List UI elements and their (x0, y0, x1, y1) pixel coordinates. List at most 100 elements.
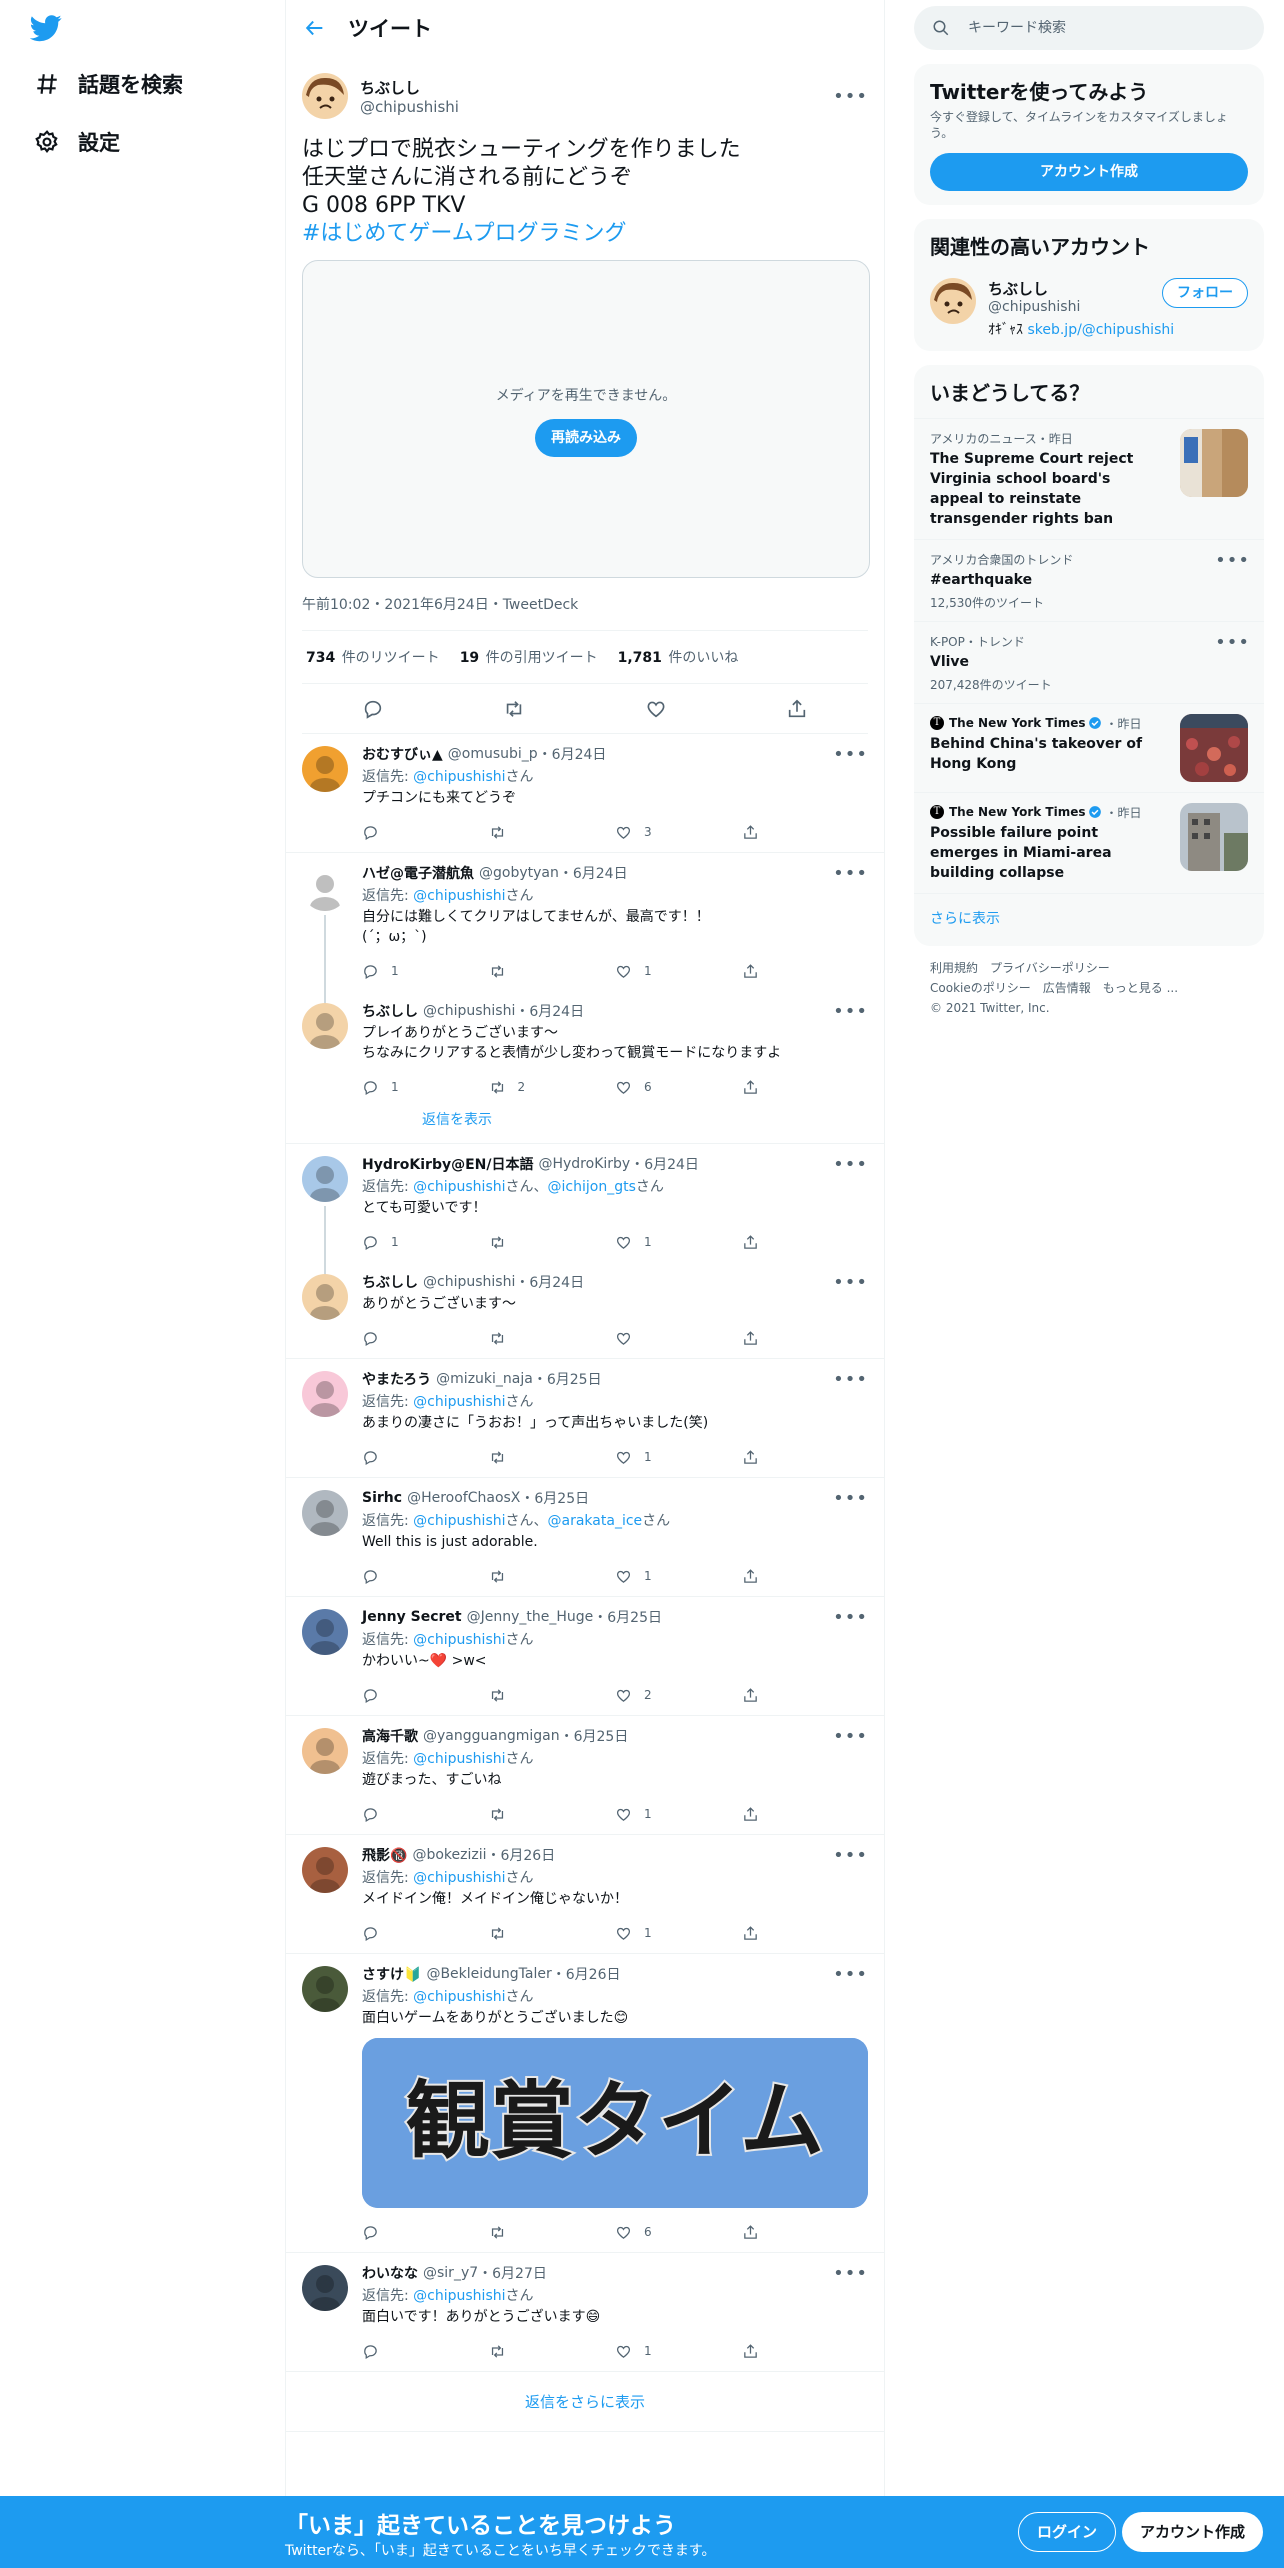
reply-author-name[interactable]: ハゼ@電子潜航魚 (362, 863, 474, 883)
more-options-icon[interactable]: ••• (833, 1369, 868, 1390)
footer-link[interactable]: 広告情報 (1043, 981, 1091, 995)
reply-author-name[interactable]: やまたろう (362, 1369, 431, 1389)
reply-date[interactable]: ・6月25日 (520, 1488, 589, 1508)
login-button[interactable]: ログイン (1018, 2512, 1117, 2552)
reply-tweet[interactable]: 高海千歌 @yangguangmigan ・6月25日 ••• 返信先: @chipus… (286, 1716, 884, 1835)
reply-date[interactable]: ・6月25日 (533, 1369, 602, 1389)
share-button[interactable] (742, 1330, 869, 1347)
more-options-icon[interactable]: ••• (1215, 550, 1250, 571)
reply-button[interactable] (362, 824, 489, 841)
reply-date[interactable]: ・6月25日 (560, 1726, 629, 1746)
like-button[interactable]: 6 (615, 2224, 742, 2241)
reply-date[interactable]: ・6月24日 (515, 1001, 584, 1021)
share-button[interactable] (742, 824, 869, 841)
show-more-link[interactable]: さらに表示 (914, 893, 1264, 946)
mention-link[interactable]: @chipushishi (413, 1394, 505, 1410)
follow-button[interactable]: フォロー (1162, 278, 1248, 308)
reply-author-handle[interactable]: @BekleidungTaler (426, 1966, 551, 1982)
tweet-meta[interactable]: 午前10:02・2021年6月24日・TweetDeck (302, 594, 868, 618)
trend-item[interactable]: T The New York Times ・昨日 Possible failur… (914, 792, 1264, 893)
nav-explore[interactable]: 話題を検索 (34, 64, 183, 104)
mention-link[interactable]: @chipushishi (413, 2288, 505, 2304)
retweet-button[interactable] (489, 963, 616, 980)
reply-date[interactable]: ・6月24日 (515, 1272, 584, 1292)
mention-link[interactable]: @chipushishi (413, 1179, 505, 1195)
reply-tweet[interactable]: ちぶしし @chipushishi ・6月24日 ••• プレイありがとうございます～ ち… (286, 991, 884, 1144)
trend-item[interactable]: T The New York Times ・昨日 Behind China's … (914, 703, 1264, 792)
retweet-button[interactable] (489, 1806, 616, 1823)
retweet-button[interactable] (489, 1330, 616, 1347)
reply-author-name[interactable]: おむすびぃ▲ (362, 744, 443, 764)
like-count[interactable]: 1,781 件のいいね (618, 647, 739, 667)
bio-link[interactable]: skeb.jp/@chipushishi (1027, 322, 1174, 338)
share-icon[interactable] (786, 698, 808, 720)
avatar[interactable] (302, 1003, 348, 1049)
author-handle[interactable]: @chipushishi (360, 98, 833, 116)
like-button[interactable]: 1 (615, 1925, 742, 1942)
reply-tweet[interactable]: HydroKirby@EN/日本語 @HydroKirby ・6月24日 ••• 返信先… (286, 1144, 884, 1276)
retweet-button[interactable] (489, 2343, 616, 2360)
reply-tweet[interactable]: Jenny Secret @Jenny_the_Huge ・6月25日 ••• 返信先:… (286, 1597, 884, 1716)
reply-date[interactable]: ・6月26日 (552, 1964, 621, 1984)
retweet-button[interactable] (489, 1687, 616, 1704)
share-button[interactable] (742, 2224, 869, 2241)
share-button[interactable] (742, 963, 869, 980)
reply-author-handle[interactable]: @HydroKirby (538, 1156, 630, 1172)
footer-link[interactable]: プライバシーポリシー (990, 961, 1110, 975)
reload-button[interactable]: 再読み込み (535, 419, 637, 457)
reply-author-handle[interactable]: @omusubi_p (448, 746, 538, 762)
reply-date[interactable]: ・6月26日 (486, 1845, 555, 1865)
share-button[interactable] (742, 1806, 869, 1823)
more-options-icon[interactable]: ••• (833, 1001, 868, 1022)
mention-link[interactable]: @ichijon_gts (548, 1179, 636, 1195)
create-account-button[interactable]: アカウント作成 (930, 153, 1248, 191)
reply-tweet[interactable]: さすけ🔰 @BekleidungTaler ・6月26日 ••• 返信先: @chipu… (286, 1954, 884, 2253)
retweet-count[interactable]: 734 件のリツイート (306, 647, 440, 667)
like-button[interactable]: 1 (615, 2343, 742, 2360)
reply-tweet[interactable]: 飛影🔞 @bokezizii ・6月26日 ••• 返信先: @chipushishiさ… (286, 1835, 884, 1954)
reply-author-name[interactable]: さすけ🔰 (362, 1964, 421, 1984)
like-button[interactable]: 1 (615, 1449, 742, 1466)
reply-author-name[interactable]: ちぶしし (362, 1272, 418, 1292)
more-options-icon[interactable]: ••• (833, 1845, 868, 1866)
reply-author-handle[interactable]: @yangguangmigan (423, 1728, 560, 1744)
like-button[interactable]: 3 (615, 824, 742, 841)
more-options-icon[interactable]: ••• (1215, 632, 1250, 653)
reply-author-handle[interactable]: @chipushishi (423, 1274, 515, 1290)
retweet-button[interactable] (489, 1234, 616, 1251)
share-button[interactable] (742, 1568, 869, 1585)
mention-link[interactable]: @chipushishi (413, 888, 505, 904)
reply-author-name[interactable]: Sirhc (362, 1490, 402, 1506)
reply-button[interactable] (362, 1330, 489, 1347)
reply-date[interactable]: ・6月25日 (593, 1607, 662, 1627)
reply-button[interactable] (362, 2343, 489, 2360)
more-options-icon[interactable]: ••• (833, 1154, 868, 1175)
like-button[interactable]: 6 (615, 1079, 742, 1096)
more-options-icon[interactable]: ••• (833, 863, 868, 884)
reply-button[interactable] (362, 1806, 489, 1823)
share-button[interactable] (742, 1687, 869, 1704)
more-options-icon[interactable]: ••• (833, 1726, 868, 1747)
footer-link[interactable]: 利用規約 (930, 961, 978, 975)
avatar[interactable] (302, 73, 348, 119)
reply-date[interactable]: ・6月24日 (559, 863, 628, 883)
reply-tweet[interactable]: ハゼ@電子潜航魚 @gobytyan ・6月24日 ••• 返信先: @chipushi… (286, 853, 884, 1005)
avatar[interactable] (302, 1371, 348, 1417)
share-button[interactable] (742, 1234, 869, 1251)
reply-author-name[interactable]: 飛影🔞 (362, 1845, 407, 1865)
reply-author-name[interactable]: 高海千歌 (362, 1726, 418, 1746)
mention-link[interactable]: @chipushishi (413, 1870, 505, 1886)
avatar[interactable] (302, 746, 348, 792)
quote-count[interactable]: 19 件の引用ツイート (460, 647, 598, 667)
nav-settings[interactable]: 設定 (34, 122, 120, 162)
reply-author-handle[interactable]: @gobytyan (479, 865, 559, 881)
reply-author-name[interactable]: HydroKirby@EN/日本語 (362, 1154, 533, 1174)
like-button[interactable]: 1 (615, 1568, 742, 1585)
reply-author-name[interactable]: Jenny Secret (362, 1609, 462, 1625)
share-button[interactable] (742, 1925, 869, 1942)
like-button[interactable]: 1 (615, 1234, 742, 1251)
avatar[interactable] (302, 2265, 348, 2311)
more-options-icon[interactable]: ••• (833, 1488, 868, 1509)
reply-author-handle[interactable]: @Jenny_the_Huge (467, 1609, 594, 1625)
reply-tweet[interactable]: Sirhc @HeroofChaosX ・6月25日 ••• 返信先: @chipush… (286, 1478, 884, 1597)
